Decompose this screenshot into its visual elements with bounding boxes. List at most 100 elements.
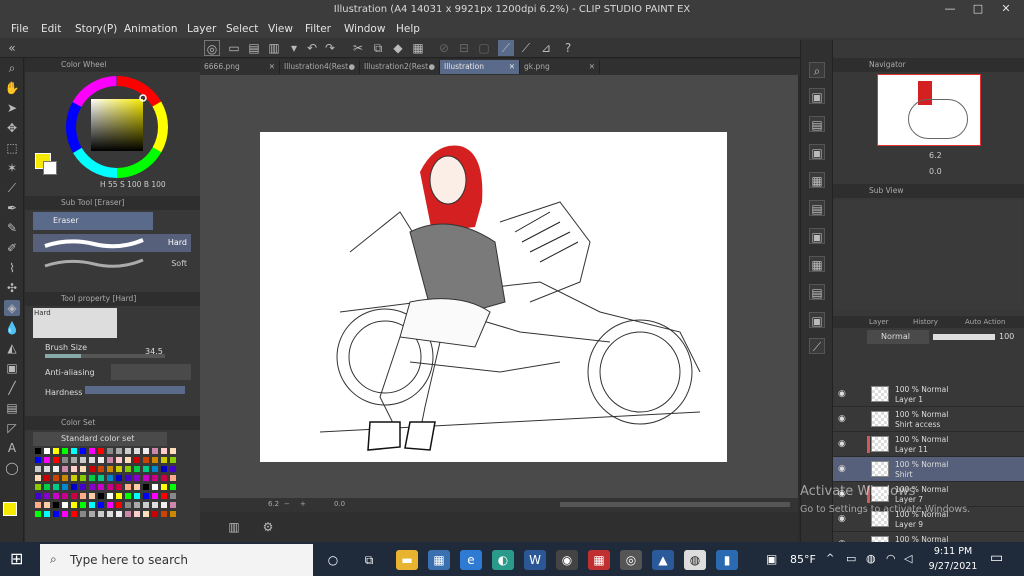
palette-swatch[interactable] — [125, 511, 131, 517]
crop-icon[interactable]: ▢ — [476, 40, 492, 56]
menu-filter[interactable]: Filter — [305, 23, 331, 35]
palette-swatch[interactable] — [62, 493, 68, 499]
globe-icon[interactable]: ◍ — [866, 552, 876, 565]
menu-file[interactable]: File — [11, 23, 29, 35]
palette-swatch[interactable] — [35, 448, 41, 454]
move-tool-icon[interactable]: ✥ — [4, 120, 20, 136]
dropdown-icon[interactable]: ▾ — [286, 40, 302, 56]
maximize-button[interactable]: □ — [968, 2, 988, 18]
toggle-panel-icon[interactable]: ▥ — [226, 519, 242, 535]
palette-swatch[interactable] — [170, 448, 176, 454]
word-icon[interactable]: W — [524, 550, 546, 570]
palette-swatch[interactable] — [98, 484, 104, 490]
color-sub-swatch[interactable] — [43, 161, 57, 175]
clip-studio-icon[interactable]: ◍ — [684, 550, 706, 570]
palette-swatch[interactable] — [89, 493, 95, 499]
palette-swatch[interactable] — [161, 502, 167, 508]
palette-swatch[interactable] — [170, 493, 176, 499]
palette-swatch[interactable] — [98, 502, 104, 508]
canvas-settings-icon[interactable]: ⚙ — [260, 519, 276, 535]
palette-swatch[interactable] — [107, 511, 113, 517]
palette-swatch[interactable] — [134, 448, 140, 454]
palette-swatch[interactable] — [143, 502, 149, 508]
operation-tool-icon[interactable]: ➤ — [4, 100, 20, 116]
palette-swatch[interactable] — [170, 502, 176, 508]
palette-swatch[interactable] — [134, 475, 140, 481]
help-icon[interactable]: ? — [560, 40, 576, 56]
palette-swatch[interactable] — [143, 511, 149, 517]
volume-icon[interactable]: ◁ — [904, 552, 912, 565]
palette-swatch[interactable] — [161, 466, 167, 472]
material-icon-4[interactable]: ▦ — [809, 172, 825, 188]
palette-swatch[interactable] — [53, 448, 59, 454]
tab-layer[interactable]: Layer — [869, 318, 889, 326]
material-icon-9[interactable]: ▣ — [809, 312, 825, 328]
palette-swatch[interactable] — [107, 493, 113, 499]
menu-layer[interactable]: Layer — [187, 23, 216, 35]
palette-swatch[interactable] — [116, 466, 122, 472]
tab-gk[interactable]: gk.png ✕ — [520, 60, 600, 74]
weather-icon[interactable]: ▣ — [766, 552, 777, 566]
select-all-icon[interactable]: ▦ — [410, 40, 426, 56]
palette-swatch[interactable] — [80, 475, 86, 481]
palette-swatch[interactable] — [170, 475, 176, 481]
palette-swatch[interactable] — [53, 475, 59, 481]
minimize-button[interactable]: — — [940, 2, 960, 18]
palette-swatch[interactable] — [125, 466, 131, 472]
palette-swatch[interactable] — [53, 502, 59, 508]
palette-swatch[interactable] — [80, 484, 86, 490]
palette-swatch[interactable] — [53, 511, 59, 517]
palette-swatch[interactable] — [152, 511, 158, 517]
palette-swatch[interactable] — [143, 457, 149, 463]
layer-row[interactable]: ◉100 % Normal — [833, 532, 1024, 542]
brush-icon[interactable]: ✐ — [4, 240, 20, 256]
tab-illustration2[interactable]: Illustration2(Rest ● — [360, 60, 440, 74]
palette-swatch[interactable] — [134, 493, 140, 499]
balloon-icon[interactable]: ◯ — [4, 460, 20, 476]
windows-start-icon[interactable]: ⊞ — [10, 549, 30, 569]
palette-swatch[interactable] — [44, 484, 50, 490]
tab-illustration[interactable]: Illustration ✕ — [440, 60, 520, 74]
palette-swatch[interactable] — [125, 493, 131, 499]
opacity-value[interactable]: 100 — [999, 332, 1014, 341]
palette-swatch[interactable] — [44, 493, 50, 499]
palette-swatch[interactable] — [134, 511, 140, 517]
material-icon-3[interactable]: ▣ — [809, 144, 825, 160]
clear-icon[interactable]: ✂ — [350, 40, 366, 56]
palette-swatch[interactable] — [89, 511, 95, 517]
horizontal-scrollbar[interactable] — [560, 502, 790, 507]
palette-swatch[interactable] — [107, 448, 113, 454]
palette-swatch[interactable] — [152, 466, 158, 472]
palette-swatch[interactable] — [80, 511, 86, 517]
snap-special-ruler-icon[interactable]: ⟋ — [518, 40, 534, 56]
palette-swatch[interactable] — [161, 457, 167, 463]
palette-swatch[interactable] — [98, 511, 104, 517]
ruler-icon[interactable]: ◸ — [4, 420, 20, 436]
zoom-tool-icon[interactable]: ⌕ — [4, 60, 20, 76]
menu-story[interactable]: Story(P) — [75, 23, 117, 35]
figure-icon[interactable]: ╱ — [4, 380, 20, 396]
cortana-icon[interactable]: ○ — [322, 550, 344, 570]
save-icon[interactable]: ▥ — [266, 40, 282, 56]
navigator-angle[interactable]: 0.0 — [929, 167, 942, 176]
snap-grid-icon[interactable]: ⊿ — [538, 40, 554, 56]
app-circle-icon[interactable]: ◉ — [556, 550, 578, 570]
airbrush-icon[interactable]: ⌇ — [4, 260, 20, 276]
palette-swatch[interactable] — [98, 457, 104, 463]
frame-icon[interactable]: ▤ — [4, 400, 20, 416]
palette-swatch[interactable] — [35, 466, 41, 472]
palette-swatch[interactable] — [152, 493, 158, 499]
visibility-eye-icon[interactable]: ◉ — [838, 414, 846, 424]
sub-view-area[interactable] — [835, 200, 1023, 310]
open-file-icon[interactable]: ▤ — [246, 40, 262, 56]
menu-edit[interactable]: Edit — [41, 23, 61, 35]
palette-swatch[interactable] — [71, 448, 77, 454]
material-icon-8[interactable]: ▤ — [809, 284, 825, 300]
palette-swatch[interactable] — [53, 493, 59, 499]
navigator-zoom[interactable]: 6.2 — [929, 151, 942, 160]
color-palette[interactable] — [35, 448, 195, 524]
transform-icon[interactable]: ⧉ — [370, 40, 386, 56]
edge-icon[interactable]: ◐ — [492, 550, 514, 570]
palette-swatch[interactable] — [161, 448, 167, 454]
tab-illustration4[interactable]: Illustration4(Rest ● — [280, 60, 360, 74]
